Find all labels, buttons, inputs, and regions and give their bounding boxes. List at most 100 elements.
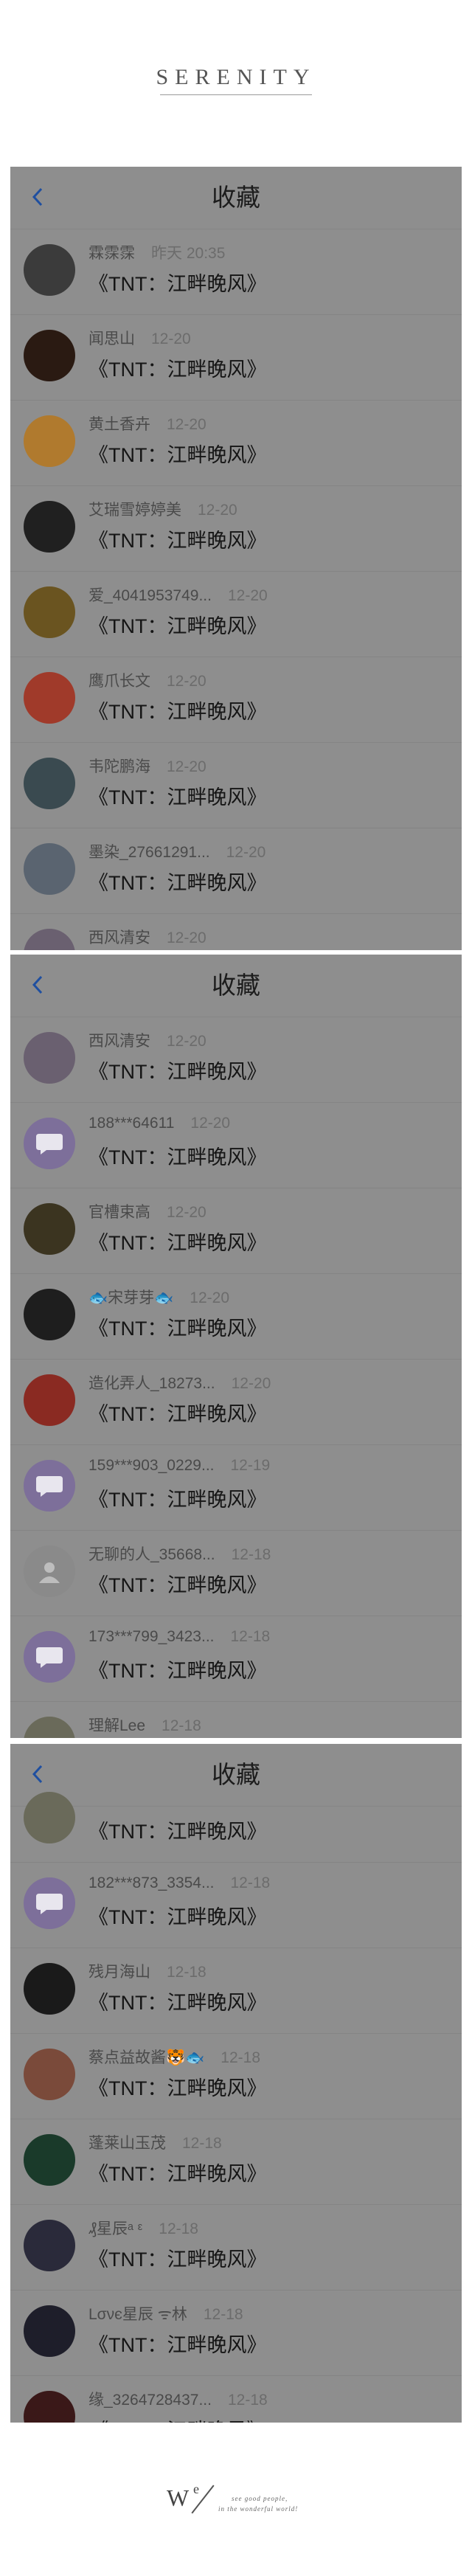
work-title[interactable]: 《TNT：江畔晚风》 <box>88 2243 266 2272</box>
user-name[interactable]: 闻思山 <box>88 330 135 347</box>
work-title[interactable]: 《TNT：江畔晚风》 <box>88 524 266 553</box>
user-name[interactable]: ₰星辰ᵃ ᵋ <box>88 2220 142 2237</box>
list-item[interactable]: 鹰爪长文 12-20 《TNT：江畔晚风》 <box>10 657 462 743</box>
avatar[interactable] <box>24 1792 75 1843</box>
avatar[interactable] <box>24 244 75 296</box>
user-name[interactable]: 残月海山 <box>88 1964 150 1981</box>
avatar[interactable] <box>24 1289 75 1340</box>
work-title[interactable]: 《TNT：江畔晚风》 <box>88 610 266 639</box>
list-item[interactable]: 黄土香卉 12-20 《TNT：江畔晚风》 <box>10 401 462 486</box>
avatar[interactable] <box>24 1877 75 1929</box>
work-title[interactable]: 《TNT：江畔晚风》 <box>88 696 266 724</box>
work-title[interactable]: 《TNT：江畔晚风》 <box>88 1987 266 2015</box>
user-name[interactable]: 艾瑞雪婷婷美 <box>88 502 181 519</box>
list-item[interactable]: 艾瑞雪婷婷美 12-20 《TNT：江畔晚风》 <box>10 486 462 572</box>
list-item[interactable]: 🐟宋芽芽🐟 12-20 《TNT：江畔晚风》 <box>10 1274 462 1360</box>
work-title[interactable]: 《TNT：江畔晚风》 <box>88 781 266 810</box>
user-name[interactable]: 官槽束高 <box>88 1204 150 1221</box>
work-title[interactable]: 《TNT：江畔晚风》 <box>88 1901 266 1930</box>
list-item[interactable]: 韦陀鹏海 12-20 《TNT：江畔晚风》 <box>10 743 462 828</box>
user-name[interactable]: 蓬莱山玉茂 <box>88 2135 166 2152</box>
list-item[interactable]: 造化弄人_18273... 12-20 《TNT：江畔晚风》 <box>10 1360 462 1445</box>
avatar[interactable] <box>24 1963 75 2015</box>
work-title[interactable]: 《TNT：江畔晚风》 <box>88 2158 266 2187</box>
list-item[interactable]: 墨染_27661291... 12-20 《TNT：江畔晚风》 <box>10 828 462 914</box>
avatar[interactable] <box>24 929 75 950</box>
work-title[interactable]: 《TNT：江畔晚风》 <box>88 1815 266 1844</box>
user-name[interactable]: 鹰爪长文 <box>88 673 150 690</box>
list-item[interactable]: 西风清安 12-20 <box>10 914 462 950</box>
avatar[interactable] <box>24 1631 75 1683</box>
list-item[interactable]: 西风清安 12-20 《TNT：江畔晚风》 <box>10 1017 462 1103</box>
avatar[interactable] <box>24 1374 75 1426</box>
avatar[interactable] <box>24 2391 75 2423</box>
avatar[interactable] <box>24 2305 75 2357</box>
work-title[interactable]: 《TNT：江畔晚风》 <box>88 1227 266 1256</box>
work-title[interactable]: 《TNT：江畔晚风》 <box>88 353 266 382</box>
work-title[interactable]: 《TNT：江畔晚风》 <box>88 2329 266 2358</box>
work-title[interactable]: 《TNT：江畔晚风》 <box>88 1483 266 1512</box>
avatar[interactable] <box>24 586 75 638</box>
work-title[interactable]: 《TNT：江畔晚风》 <box>88 1655 266 1683</box>
user-name[interactable]: 西风清安 <box>88 929 150 946</box>
list-item[interactable]: 闻思山 12-20 《TNT：江畔晚风》 <box>10 315 462 401</box>
avatar[interactable] <box>24 330 75 381</box>
work-title[interactable]: 《TNT：江畔晚风》 <box>88 1141 266 1170</box>
avatar[interactable] <box>24 672 75 724</box>
work-title[interactable]: 《TNT：江畔晚风》 <box>88 867 266 896</box>
avatar[interactable] <box>24 843 75 895</box>
avatar[interactable] <box>24 415 75 467</box>
avatar[interactable] <box>24 2220 75 2271</box>
avatar[interactable] <box>24 1545 75 1597</box>
list-item[interactable]: 无聊的人_35668... 12-18 《TNT：江畔晚风》 <box>10 1531 462 1616</box>
user-name[interactable]: 爱_4041953749... <box>88 587 212 604</box>
user-name[interactable]: 缘_3264728437... <box>88 2392 212 2409</box>
user-name[interactable]: 理解Lee <box>88 1717 145 1734</box>
user-name[interactable]: 188***64611 <box>88 1115 174 1132</box>
list-item[interactable]: 《TNT：江畔晚风》 <box>10 1777 462 1863</box>
work-title[interactable]: 《TNT：江畔晚风》 <box>88 268 266 297</box>
list-item[interactable]: 理解Lee 12-18 <box>10 1702 462 1738</box>
list-item[interactable]: Lσνє星辰 ᯤ林 12-18 《TNT：江畔晚风》 <box>10 2291 462 2376</box>
work-title[interactable]: 《TNT：江畔晚风》 <box>88 1569 266 1598</box>
work-title[interactable]: 《TNT：江畔晚风》 <box>88 2414 266 2423</box>
avatar[interactable] <box>24 2134 75 2186</box>
user-name[interactable]: 159***903_0229... <box>88 1457 215 1474</box>
list-item[interactable]: 173***799_3423... 12-18 《TNT：江畔晚风》 <box>10 1616 462 1702</box>
avatar[interactable] <box>24 1717 75 1738</box>
user-name[interactable]: Lσνє星辰 ᯤ林 <box>88 2306 187 2323</box>
list-item[interactable]: 蓬莱山玉茂 12-18 《TNT：江畔晚风》 <box>10 2119 462 2205</box>
user-name[interactable]: 🐟宋芽芽🐟 <box>88 1289 173 1306</box>
work-title[interactable]: 《TNT：江畔晚风》 <box>88 439 266 468</box>
list-item[interactable]: 残月海山 12-18 《TNT：江畔晚风》 <box>10 1948 462 2034</box>
work-title[interactable]: 《TNT：江畔晚风》 <box>88 2072 266 2101</box>
user-name[interactable]: 182***873_3354... <box>88 1874 215 1891</box>
avatar[interactable] <box>24 1460 75 1512</box>
avatar[interactable] <box>24 501 75 553</box>
avatar[interactable] <box>24 758 75 809</box>
user-name[interactable]: 霖霂霂 <box>88 245 135 262</box>
list-item[interactable]: ₰星辰ᵃ ᵋ 12-18 《TNT：江畔晚风》 <box>10 2205 462 2291</box>
list-item[interactable]: 霖霂霂 昨天 20:35 《TNT：江畔晚风》 <box>10 229 462 315</box>
avatar[interactable] <box>24 1118 75 1169</box>
list-item[interactable]: 188***64611 12-20 《TNT：江畔晚风》 <box>10 1103 462 1188</box>
avatar[interactable] <box>24 1032 75 1084</box>
list-item[interactable]: 缘_3264728437... 12-18 《TNT：江畔晚风》 <box>10 2376 462 2423</box>
work-title[interactable]: 《TNT：江畔晚风》 <box>88 1056 266 1084</box>
user-name[interactable]: 蔡点益故酱🐯🐟 <box>88 2049 204 2066</box>
user-name[interactable]: 173***799_3423... <box>88 1628 215 1645</box>
user-name[interactable]: 造化弄人_18273... <box>88 1375 215 1392</box>
work-title[interactable]: 《TNT：江畔晚风》 <box>88 1312 266 1341</box>
user-name[interactable]: 黄土香卉 <box>88 416 150 433</box>
work-title[interactable]: 《TNT：江畔晚风》 <box>88 1398 266 1427</box>
list-item[interactable]: 爱_4041953749... 12-20 《TNT：江畔晚风》 <box>10 572 462 657</box>
avatar[interactable] <box>24 1203 75 1255</box>
list-item[interactable]: 159***903_0229... 12-19 《TNT：江畔晚风》 <box>10 1445 462 1531</box>
user-name[interactable]: 无聊的人_35668... <box>88 1546 215 1563</box>
list-item[interactable]: 官槽束高 12-20 《TNT：江畔晚风》 <box>10 1188 462 1274</box>
list-item[interactable]: 蔡点益故酱🐯🐟 12-18 《TNT：江畔晚风》 <box>10 2034 462 2119</box>
user-name[interactable]: 墨染_27661291... <box>88 844 210 861</box>
user-name[interactable]: 西风清安 <box>88 1033 150 1050</box>
user-name[interactable]: 韦陀鹏海 <box>88 758 150 775</box>
avatar[interactable] <box>24 2049 75 2100</box>
